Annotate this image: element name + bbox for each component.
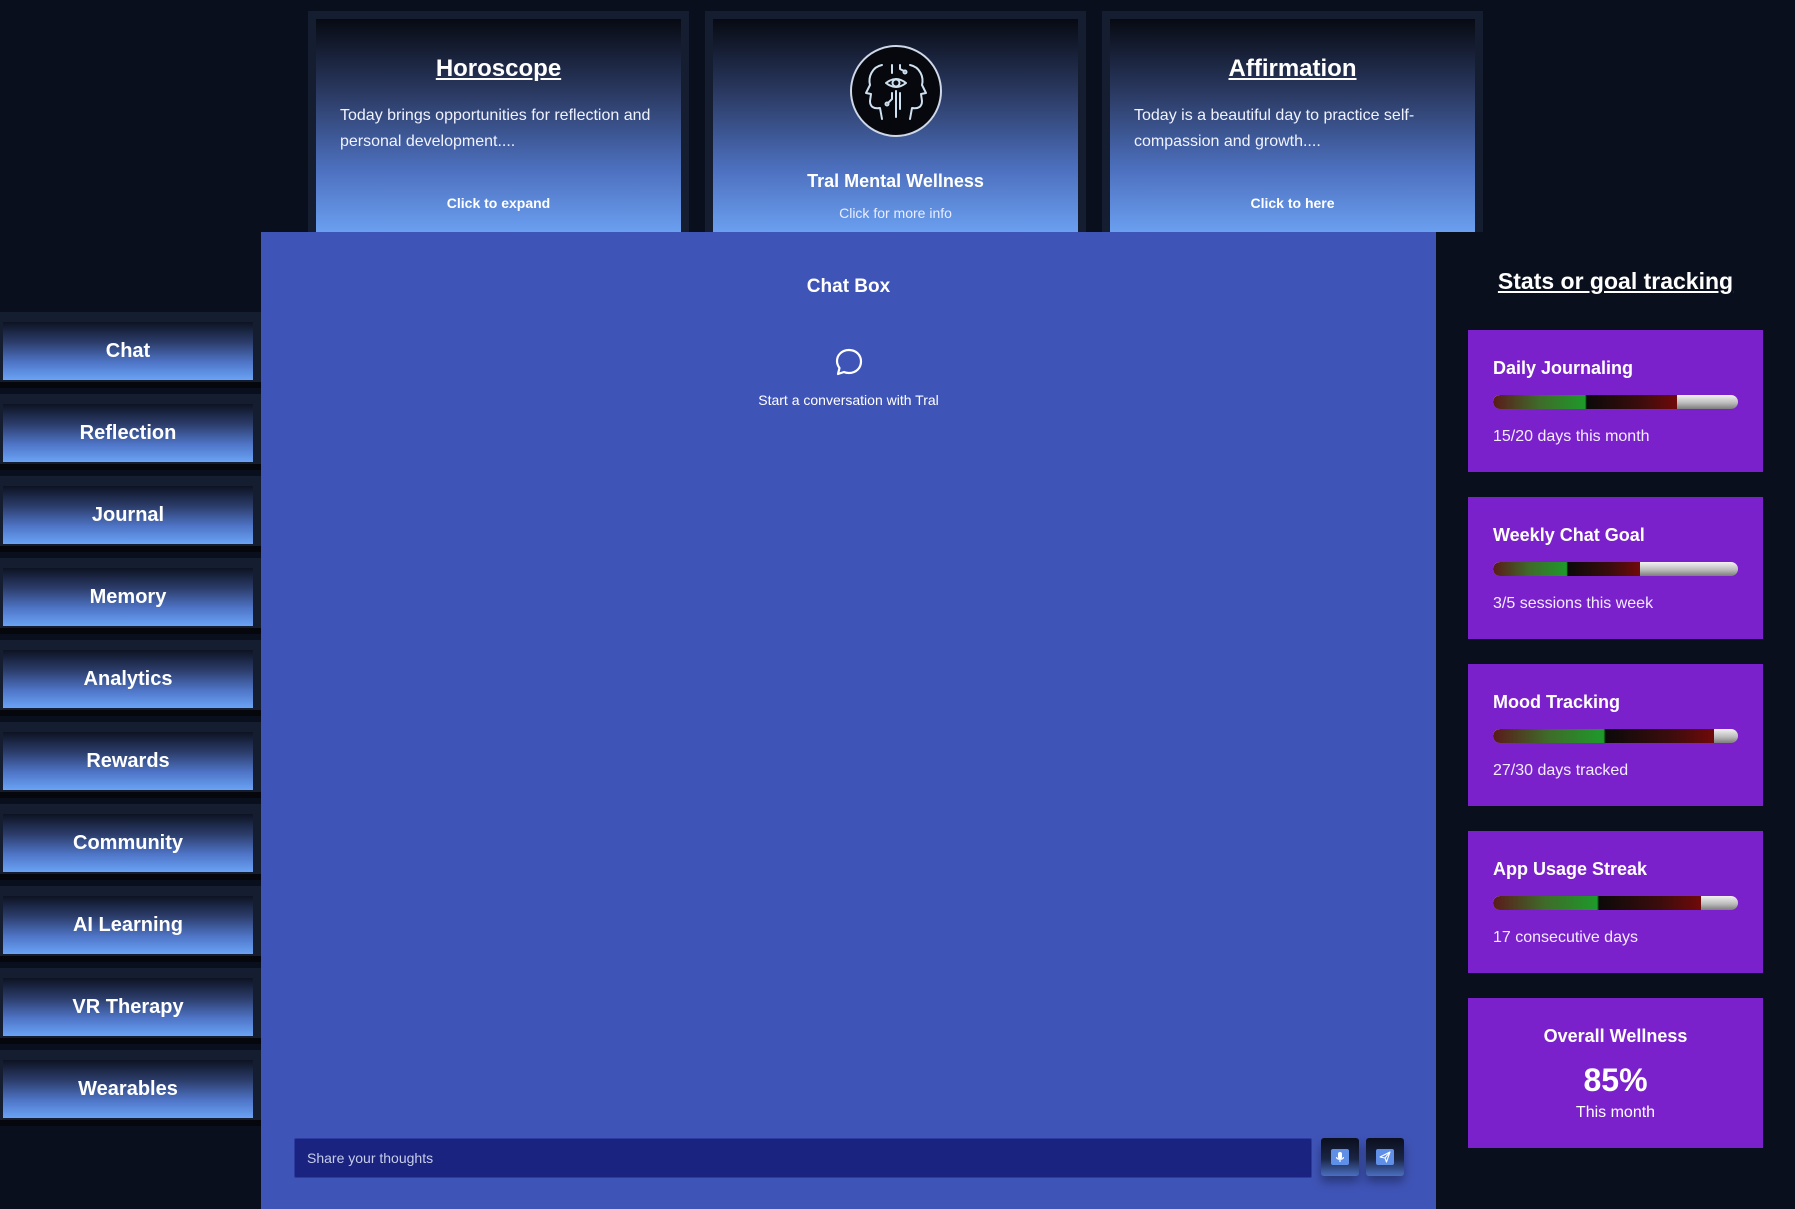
stat-detail: 17 consecutive days — [1493, 929, 1638, 946]
sidebar-item-journal[interactable]: Journal — [0, 476, 261, 552]
mind-eye-logo-icon — [849, 45, 942, 137]
microphone-icon — [1331, 1149, 1349, 1165]
chat-title: Chat Box — [806, 276, 891, 297]
sidebar-nav: Chat Reflection Journal Memory Analytics… — [0, 312, 261, 1132]
stats-title: Stats or goal tracking — [1497, 268, 1734, 294]
horoscope-title: Horoscope — [435, 55, 562, 82]
mic-button[interactable] — [1321, 1138, 1359, 1176]
progress-fill — [1493, 729, 1714, 743]
app-root: Horoscope Today brings opportunities for… — [0, 0, 1795, 1209]
horoscope-text: Today brings opportunities for reflectio… — [340, 107, 651, 150]
overall-wellness-title: Overall Wellness — [1543, 1026, 1688, 1046]
chat-empty-text: Start a conversation with Tral — [758, 392, 939, 408]
overall-wellness-value: 85% — [1583, 1062, 1648, 1098]
horoscope-expand-link[interactable]: Click to expand — [316, 195, 681, 211]
brand-title: Tral Mental Wellness — [807, 171, 984, 191]
sidebar-item-wearables[interactable]: Wearables — [0, 1050, 261, 1126]
message-input[interactable] — [294, 1138, 1312, 1178]
progress-bar — [1493, 896, 1738, 910]
stat-name: Weekly Chat Goal — [1493, 525, 1645, 545]
sidebar-item-ai-learning[interactable]: AI Learning — [0, 886, 261, 962]
progress-fill — [1493, 896, 1702, 910]
brand-card[interactable]: Tral Mental Wellness Click for more info — [705, 11, 1086, 232]
sidebar-item-label: VR Therapy — [3, 978, 253, 1036]
affirmation-title: Affirmation — [1228, 55, 1357, 82]
sidebar-item-label: AI Learning — [3, 896, 253, 954]
sidebar-item-label: Journal — [3, 486, 253, 544]
chat-panel: Chat Box Start a conversation with Tral — [261, 232, 1436, 1209]
stat-name: Daily Journaling — [1493, 358, 1634, 378]
sidebar-item-label: Rewards — [3, 732, 253, 790]
stat-detail: 3/5 sessions this week — [1493, 595, 1654, 612]
sidebar-item-label: Memory — [3, 568, 253, 626]
sidebar-item-rewards[interactable]: Rewards — [0, 722, 261, 798]
overall-wellness-period: This month — [1575, 1104, 1656, 1121]
stat-card-daily-journaling: Daily Journaling 15/20 days this month — [1468, 330, 1763, 472]
sidebar-item-community[interactable]: Community — [0, 804, 261, 880]
sidebar-item-reflection[interactable]: Reflection — [0, 394, 261, 470]
send-button[interactable] — [1366, 1138, 1404, 1176]
sidebar-item-label: Wearables — [3, 1060, 253, 1118]
sidebar-item-analytics[interactable]: Analytics — [0, 640, 261, 716]
affirmation-text: Today is a beautiful day to practice sel… — [1134, 107, 1415, 150]
send-icon — [1376, 1149, 1394, 1165]
sidebar-item-label: Chat — [3, 322, 253, 380]
stat-card-weekly-chat-goal: Weekly Chat Goal 3/5 sessions this week — [1468, 497, 1763, 639]
stat-name: Mood Tracking — [1493, 692, 1621, 712]
progress-bar — [1493, 562, 1738, 576]
sidebar-item-memory[interactable]: Memory — [0, 558, 261, 634]
brand-card-face: Tral Mental Wellness Click for more info — [713, 19, 1078, 232]
progress-fill — [1493, 562, 1640, 576]
stat-detail: 27/30 days tracked — [1493, 762, 1629, 779]
chat-bubble-icon — [833, 346, 865, 378]
affirmation-card[interactable]: Affirmation Today is a beautiful day to … — [1102, 11, 1483, 232]
stat-card-mood-tracking: Mood Tracking 27/30 days tracked — [1468, 664, 1763, 806]
stat-card-app-usage-streak: App Usage Streak 17 consecutive days — [1468, 831, 1763, 973]
sidebar-item-label: Community — [3, 814, 253, 872]
overall-wellness-card: Overall Wellness 85% This month — [1468, 998, 1763, 1148]
sidebar-item-chat[interactable]: Chat — [0, 312, 261, 388]
sidebar-item-vr-therapy[interactable]: VR Therapy — [0, 968, 261, 1044]
progress-bar — [1493, 729, 1738, 743]
stat-detail: 15/20 days this month — [1493, 428, 1650, 445]
sidebar-item-label: Reflection — [3, 404, 253, 462]
affirmation-card-face: Affirmation Today is a beautiful day to … — [1110, 19, 1475, 232]
stat-name: App Usage Streak — [1493, 859, 1648, 879]
affirmation-link[interactable]: Click to here — [1110, 195, 1475, 211]
sidebar-item-label: Analytics — [3, 650, 253, 708]
progress-bar — [1493, 395, 1738, 409]
horoscope-card-face: Horoscope Today brings opportunities for… — [316, 19, 681, 232]
brand-info-link[interactable]: Click for more info — [713, 205, 1078, 221]
progress-fill — [1493, 395, 1677, 409]
horoscope-card[interactable]: Horoscope Today brings opportunities for… — [308, 11, 689, 232]
